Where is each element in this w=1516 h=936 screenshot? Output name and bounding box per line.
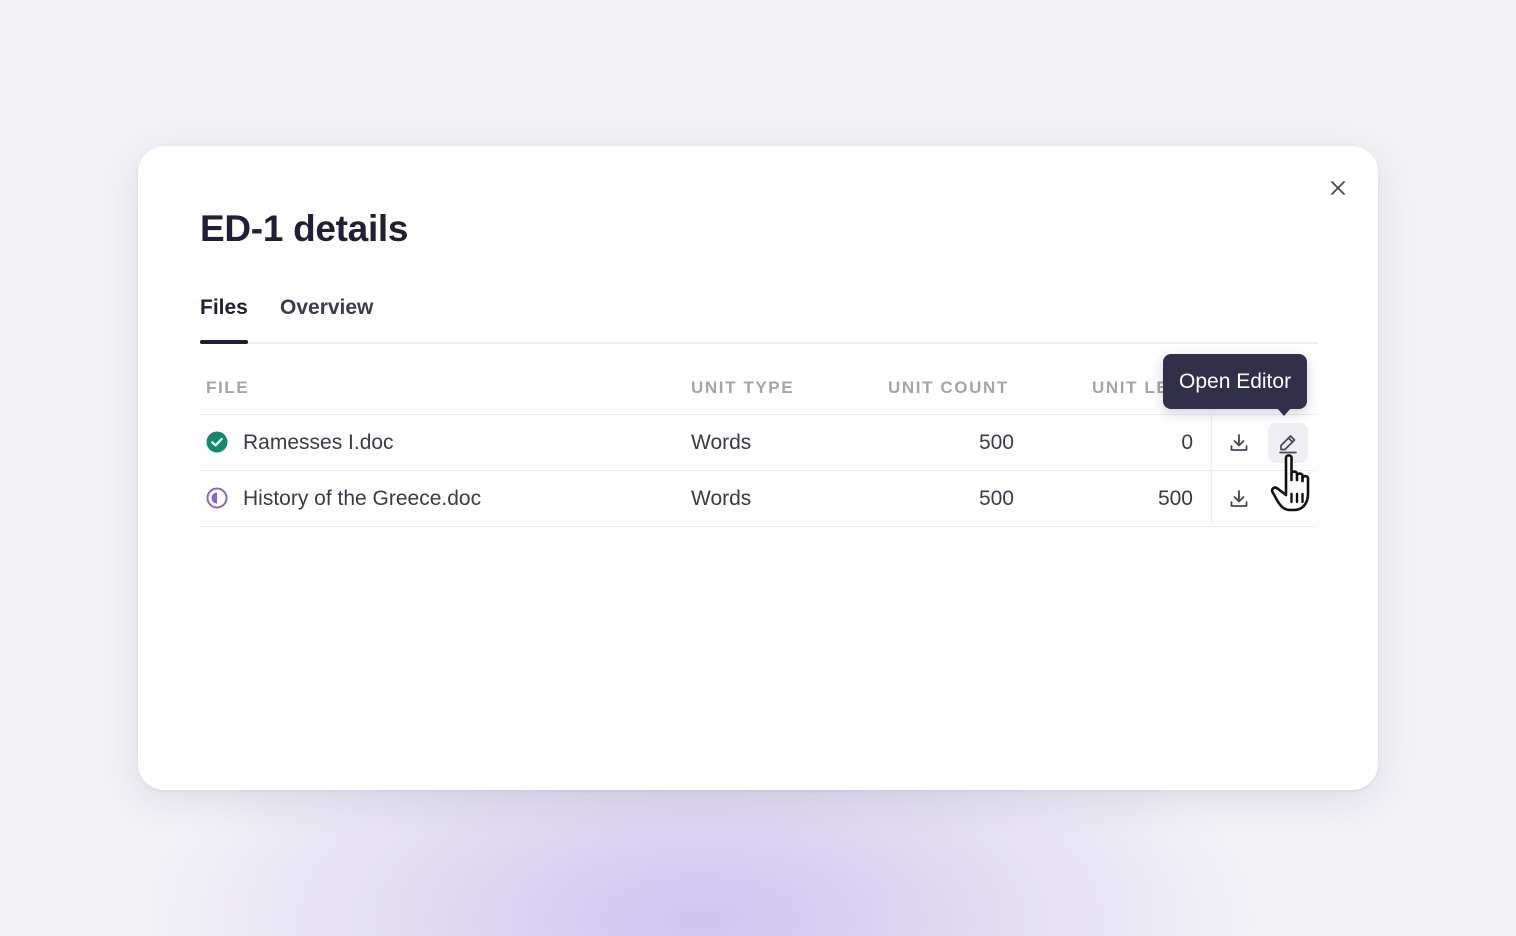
close-button[interactable] <box>1324 174 1352 202</box>
unit-count: 500 <box>978 487 1014 510</box>
table-row[interactable]: Ramesses I.doc Words 500 0 <box>200 415 1318 471</box>
download-button[interactable] <box>1219 479 1259 519</box>
column-header-unit-type[interactable]: UNIT TYPE <box>691 378 794 398</box>
tab-bar: Files Overview <box>200 296 1318 344</box>
modal-title: ED-1 details <box>200 208 409 249</box>
unit-left: 500 <box>1157 487 1193 510</box>
tab-files[interactable]: Files <box>200 296 248 344</box>
file-name[interactable]: History of the Greece.doc <box>243 487 481 511</box>
background: ED-1 details Files Overview FILE UNIT TY… <box>0 0 1516 936</box>
download-button[interactable] <box>1219 423 1259 463</box>
unit-left: 0 <box>1181 431 1193 454</box>
unit-type: Words <box>691 431 752 454</box>
actions-divider <box>1211 471 1212 526</box>
table-header: FILE UNIT TYPE UNIT COUNT UNIT LE <box>200 358 1318 415</box>
actions-divider <box>1211 415 1212 470</box>
hand-pointer-cursor-icon <box>1270 454 1310 512</box>
download-icon <box>1230 490 1248 507</box>
column-header-unit-count[interactable]: UNIT COUNT <box>888 378 1009 398</box>
unit-type: Words <box>691 487 752 510</box>
unit-count: 500 <box>978 431 1014 454</box>
half-circle-icon <box>206 487 228 509</box>
table-row[interactable]: History of the Greece.doc Words 500 500 <box>200 471 1318 527</box>
details-modal: ED-1 details Files Overview FILE UNIT TY… <box>138 146 1378 790</box>
check-circle-icon <box>206 431 228 453</box>
files-table: FILE UNIT TYPE UNIT COUNT UNIT LE Ramess… <box>200 358 1318 527</box>
open-editor-tooltip: Open Editor <box>1163 354 1308 416</box>
download-icon <box>1230 434 1248 451</box>
tab-overview[interactable]: Overview <box>280 296 373 342</box>
column-header-unit-left[interactable]: UNIT LE <box>1092 378 1169 398</box>
file-name[interactable]: Ramesses I.doc <box>243 431 394 455</box>
close-icon <box>1331 181 1345 195</box>
column-header-file[interactable]: FILE <box>206 378 249 398</box>
